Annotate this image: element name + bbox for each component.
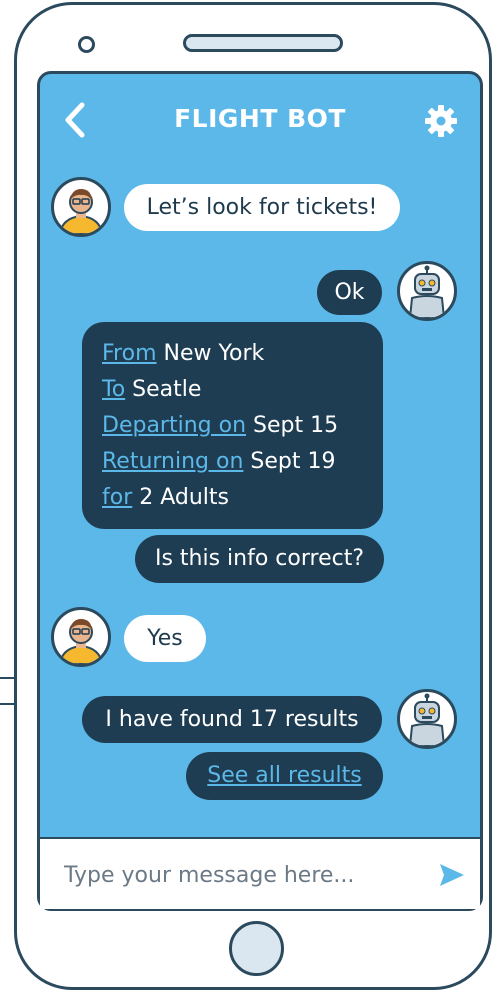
- gear-icon[interactable]: [424, 104, 458, 138]
- to-link[interactable]: To: [102, 377, 125, 402]
- see-all-results-button[interactable]: See all results: [186, 752, 383, 800]
- home-button[interactable]: [229, 921, 284, 976]
- person-icon: [58, 189, 104, 234]
- departing-link[interactable]: Departing on: [102, 413, 246, 438]
- camera-icon: [78, 36, 95, 53]
- bot-avatar: [397, 261, 457, 321]
- user-avatar: [51, 177, 111, 237]
- user-avatar: [51, 607, 111, 667]
- returning-value: Sept 19: [250, 449, 336, 474]
- returning-row: Returning on Sept 19: [102, 444, 363, 480]
- bot-message: I have found 17 results: [82, 696, 382, 743]
- from-value: New York: [163, 341, 265, 366]
- passengers-value: 2 Adults: [139, 485, 230, 510]
- departing-row: Departing on Sept 15: [102, 408, 363, 444]
- user-message: Yes: [124, 615, 206, 662]
- user-message: Let’s look for tickets!: [124, 184, 400, 231]
- to-row: To Seatle: [102, 372, 363, 408]
- bot-message: Ok: [317, 270, 382, 315]
- see-all-results-link[interactable]: See all results: [207, 765, 361, 787]
- send-icon[interactable]: [438, 861, 466, 889]
- bot-avatar: [397, 689, 457, 749]
- from-row: From New York: [102, 336, 363, 372]
- page-title: FLIGHT BOT: [174, 104, 346, 133]
- to-value: Seatle: [132, 377, 202, 402]
- passengers-link[interactable]: for: [102, 485, 132, 510]
- message-input-bar: [40, 837, 480, 909]
- trip-summary-message: From New York To Seatle Departing on Sep…: [82, 322, 383, 529]
- from-link[interactable]: From: [102, 341, 157, 366]
- departing-value: Sept 15: [253, 413, 339, 438]
- bot-message: Is this info correct?: [135, 535, 384, 583]
- robot-icon: [408, 693, 446, 746]
- person-icon: [58, 619, 104, 664]
- message-input[interactable]: [62, 853, 406, 897]
- robot-icon: [408, 265, 446, 318]
- speaker-grille: [183, 34, 343, 52]
- chevron-left-icon[interactable]: [60, 100, 90, 140]
- passengers-row: for 2 Adults: [102, 480, 363, 516]
- returning-link[interactable]: Returning on: [102, 449, 243, 474]
